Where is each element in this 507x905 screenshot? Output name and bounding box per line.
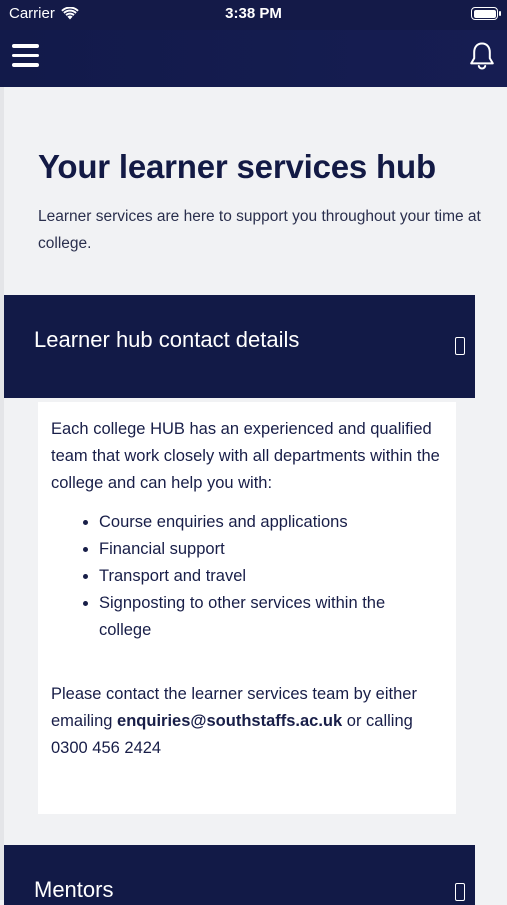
app-bar <box>0 30 507 87</box>
battery-fill <box>473 9 496 18</box>
list-item: Financial support <box>99 536 442 563</box>
expand-toggle-icon[interactable] <box>455 883 465 901</box>
bell-icon[interactable] <box>467 40 497 72</box>
accordion-title: Mentors <box>34 877 114 902</box>
status-time: 3:38 PM <box>225 5 282 22</box>
panel-paragraph: Each college HUB has an experienced and … <box>51 420 440 492</box>
battery-icon <box>471 7 501 20</box>
page-title: Your learner services hub <box>38 148 436 185</box>
left-edge-shade <box>0 87 4 900</box>
intro-text: Learner services are here to support you… <box>38 208 481 252</box>
accordion-header-mentors[interactable]: Mentors <box>4 845 475 905</box>
email-link[interactable]: enquiries@southstaffs.ac.uk <box>117 712 342 730</box>
list-item: Course enquiries and applications <box>99 509 442 536</box>
list-item: Transport and travel <box>99 563 442 590</box>
accordion-title: Learner hub contact details <box>34 327 300 352</box>
expand-toggle-icon[interactable] <box>455 337 465 355</box>
list-item: Signposting to other services within the… <box>99 590 442 644</box>
hamburger-menu-icon[interactable] <box>12 44 39 68</box>
accordion-header-contact-details[interactable]: Learner hub contact details <box>4 295 475 398</box>
contact-paragraph: Please contact the learner services team… <box>51 681 442 762</box>
accordion-panel-contact-details: Each college HUB has an experienced and … <box>38 402 456 814</box>
services-list: Course enquiries and applications Financ… <box>51 509 442 644</box>
status-bar: Carrier 3:38 PM <box>0 0 507 30</box>
